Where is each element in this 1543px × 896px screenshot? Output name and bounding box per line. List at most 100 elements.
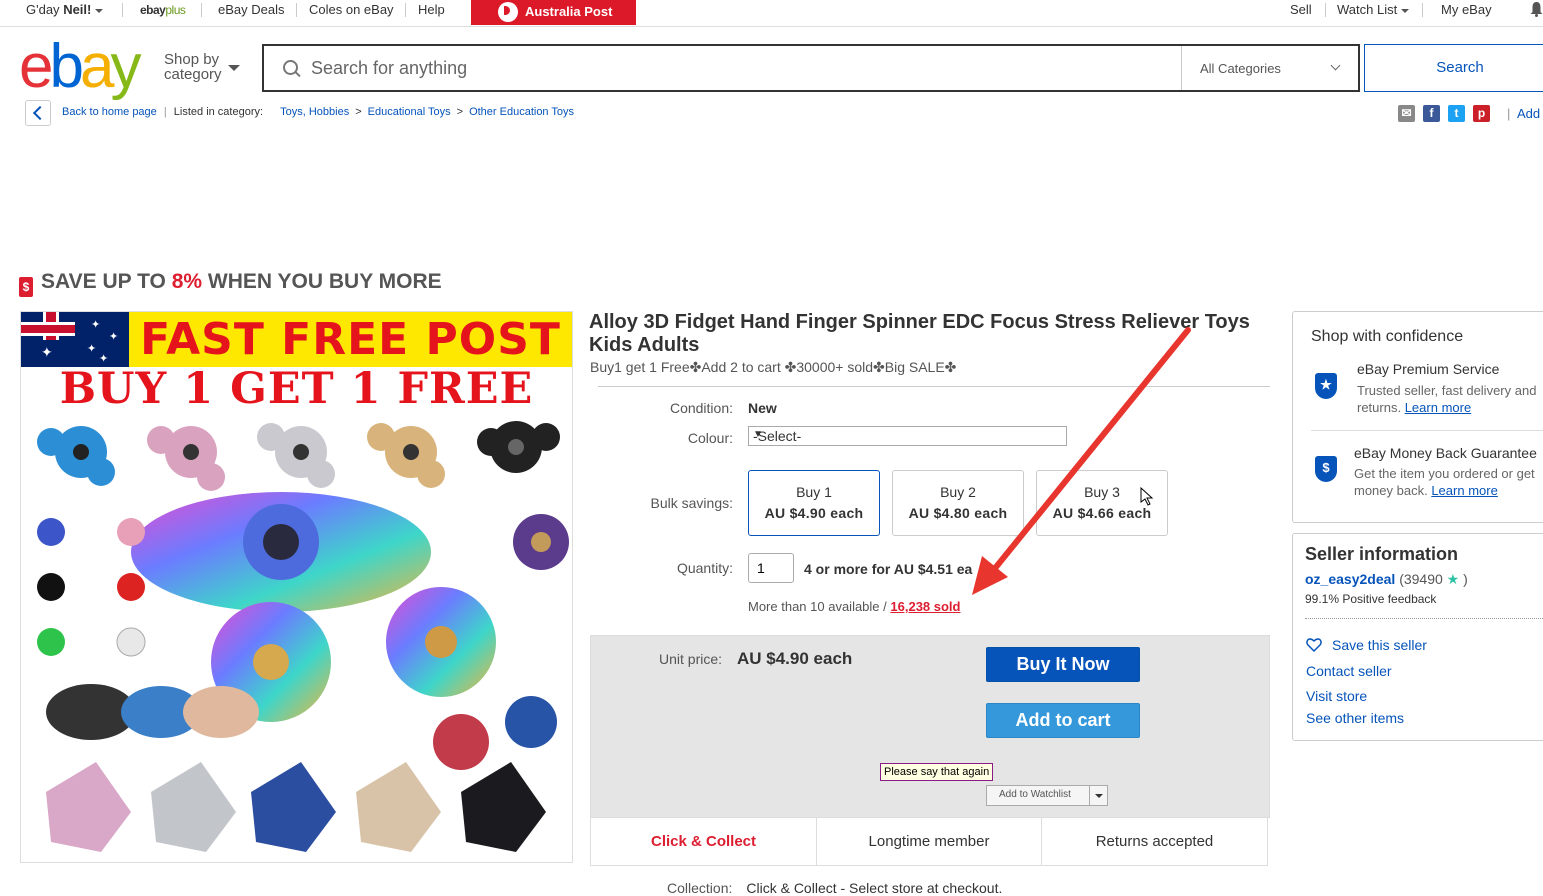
watch-list-link[interactable]: Watch List — [1337, 2, 1410, 17]
banner-percent: 8% — [171, 270, 203, 293]
breadcrumb-item[interactable]: Other Education Toys — [469, 106, 574, 118]
greeting-name: Neil! — [63, 2, 92, 17]
available-text: More than 10 available / — [748, 599, 887, 614]
bulk-price: AU $4.90 each — [764, 505, 864, 521]
shop-by-category-button[interactable]: Shop by category — [164, 52, 222, 82]
save-banner: $ SAVE UP TO 8% WHEN YOU BUY MORE — [19, 270, 442, 297]
australia-post-banner[interactable]: Australia Post — [471, 0, 636, 25]
coles-link[interactable]: Coles on eBay — [309, 2, 394, 17]
image-promo: BUY 1 GET 1 FREE — [59, 364, 534, 414]
bulk-qty: Buy 1 — [796, 484, 832, 500]
search-icon — [283, 60, 298, 75]
confidence-title: Shop with confidence — [1311, 328, 1464, 345]
bulk-option-1[interactable]: Buy 1 AU $4.90 each — [748, 470, 880, 536]
search-button[interactable]: Search — [1364, 44, 1543, 92]
colour-label: Colour: — [687, 430, 733, 446]
money-back-text: money back. — [1354, 483, 1428, 498]
divider — [1305, 618, 1543, 619]
watchlist-label: Add to Watchlist — [999, 789, 1071, 800]
search-input[interactable] — [309, 48, 1173, 88]
unit-price-value: AU $4.90 each — [737, 649, 853, 668]
ebay-plus-link[interactable]: ebayplus — [140, 3, 186, 17]
breadcrumb-item[interactable]: Educational Toys — [368, 106, 451, 118]
seller-feedback: 99.1% Positive feedback — [1305, 592, 1437, 606]
tooltip: Please say that again — [880, 763, 994, 781]
condition-value: New — [748, 400, 777, 416]
watch-list-label: Watch List — [1337, 2, 1398, 17]
spinner-rainbow-large — [131, 492, 431, 612]
breadcrumb: Back to home page | Listed in category: … — [62, 106, 574, 118]
quantity-label: Quantity: — [676, 560, 733, 576]
quantity-input[interactable] — [748, 553, 794, 583]
breadcrumb-item[interactable]: Toys, Hobbies — [280, 106, 349, 118]
learn-more-link[interactable]: Learn more — [1431, 483, 1497, 498]
seller-name-link[interactable]: oz_easy2deal — [1305, 571, 1395, 587]
australia-post-logo-icon — [498, 2, 518, 22]
notification-bell-icon[interactable] — [1530, 1, 1543, 17]
feature-returns-accepted: Returns accepted — [1041, 817, 1268, 866]
deals-link[interactable]: eBay Deals — [218, 2, 284, 17]
product-image[interactable]: ✦ ✦ ✦ ✦ ✦ FAST FREE POST BUY 1 GET 1 FRE… — [20, 311, 573, 863]
feature-click-collect: Click & Collect — [590, 817, 817, 866]
banner-prefix: SAVE UP TO — [41, 270, 172, 293]
bulk-price: AU $4.66 each — [1052, 505, 1152, 521]
price-tag-icon: $ — [19, 277, 33, 297]
see-other-items-link[interactable]: See other items — [1306, 710, 1404, 726]
shop-by-line2: category — [164, 66, 222, 83]
pinterest-share-icon[interactable]: p — [1473, 105, 1490, 122]
save-seller-link[interactable]: Save this seller — [1332, 637, 1427, 653]
category-value: All Categories — [1200, 61, 1281, 76]
premium-service-badge-icon: ★ — [1315, 373, 1337, 399]
spinner-gold — [367, 423, 445, 488]
spinner-black — [477, 421, 560, 473]
back-to-home-link[interactable]: Back to home page — [62, 106, 157, 118]
chevron-down-icon[interactable] — [228, 65, 240, 71]
divider — [201, 3, 202, 17]
union-jack — [21, 312, 75, 340]
sold-count-link[interactable]: 16,238 sold — [890, 599, 960, 614]
divider — [1325, 3, 1326, 17]
spinner-blue — [37, 426, 115, 486]
add-to-watchlist-button[interactable]: Add to Watchlist — [986, 785, 1108, 806]
add-to-cart-button[interactable]: Add to cart — [986, 703, 1140, 738]
shop-with-confidence-panel: Shop with confidence ★ eBay Premium Serv… — [1292, 311, 1543, 523]
greeting[interactable]: G'day Neil! — [26, 2, 104, 17]
facebook-share-icon[interactable]: f — [1423, 105, 1440, 122]
help-link[interactable]: Help — [418, 2, 445, 17]
shop-by-line1: Shop by — [164, 51, 220, 68]
colour-select[interactable]: -Select- ▼ — [748, 426, 1067, 446]
bulk-price: AU $4.80 each — [908, 505, 1008, 521]
heart-icon[interactable] — [1306, 637, 1322, 653]
ebay-plus-ebay: ebay — [140, 3, 166, 17]
seller-score-close: ) — [1463, 571, 1468, 587]
flag-star: ✦ — [87, 343, 97, 355]
product-subtitle: Buy1 get 1 Free✤Add 2 to cart ✤30000+ so… — [590, 359, 957, 375]
divider — [598, 386, 1270, 387]
divider — [1422, 3, 1423, 17]
back-arrow-icon[interactable] — [25, 100, 51, 126]
breadcrumb-separator: > — [355, 106, 362, 118]
spinner-rainbow-right — [386, 587, 496, 697]
seller-name-row: oz_easy2deal (39490 ★ ) — [1305, 571, 1468, 588]
learn-more-link[interactable]: Learn more — [1405, 400, 1471, 415]
add-watchlist-link[interactable]: Add — [1517, 106, 1540, 121]
buy-it-now-button[interactable]: Buy It Now — [986, 647, 1140, 682]
availability: More than 10 available / 16,238 sold — [748, 599, 961, 614]
my-ebay-link[interactable]: My eBay — [1441, 2, 1492, 17]
bulk-option-2[interactable]: Buy 2 AU $4.80 each — [892, 470, 1024, 536]
divider: | — [1507, 106, 1511, 121]
spinner-pink — [147, 426, 225, 491]
twitter-share-icon[interactable]: t — [1448, 105, 1465, 122]
quantity-discount-note: 4 or more for AU $4.51 ea — [804, 561, 973, 577]
spinner-small-left — [37, 518, 146, 657]
divider — [122, 3, 123, 17]
ebay-logo[interactable]: ebay — [19, 36, 141, 98]
breadcrumb-separator: > — [456, 106, 464, 118]
contact-seller-link[interactable]: Contact seller — [1306, 663, 1392, 679]
chevron-down-icon[interactable] — [1089, 786, 1107, 805]
sell-link[interactable]: Sell — [1290, 2, 1312, 17]
email-share-icon[interactable]: ✉ — [1398, 105, 1415, 122]
visit-store-link[interactable]: Visit store — [1306, 688, 1367, 704]
chevron-down-icon — [1401, 8, 1410, 13]
category-select[interactable]: All Categories — [1181, 46, 1359, 90]
